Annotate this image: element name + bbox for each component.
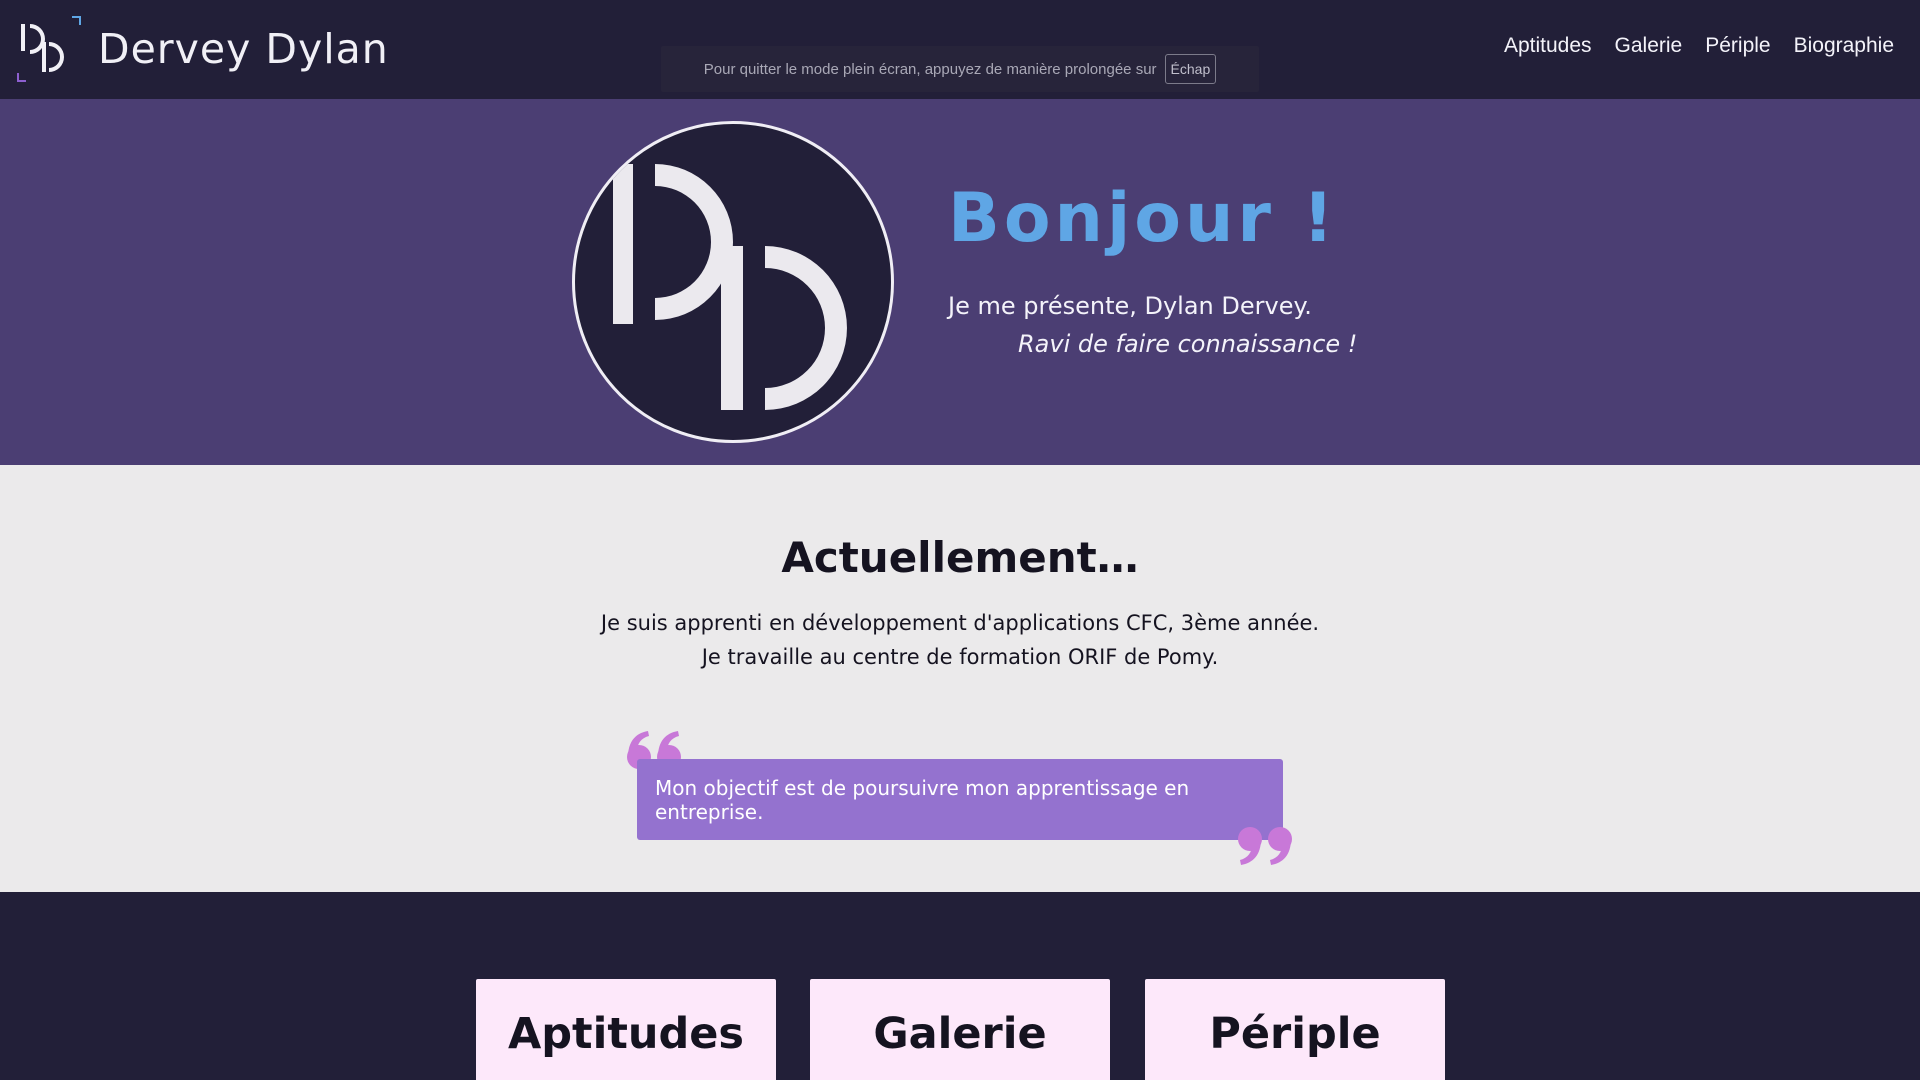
objective-quote-text: Mon objectif est de poursuivre mon appre…: [655, 775, 1190, 824]
profile-logo-avatar: [572, 121, 894, 443]
brand[interactable]: Dervey Dylan: [17, 16, 389, 82]
escape-key-badge: Échap: [1164, 54, 1217, 84]
hero-section: Bonjour ! Je me présente, Dylan Dervey. …: [0, 99, 1920, 465]
sections-cards: Aptitudes Galerie Périple: [0, 892, 1920, 1080]
close-quote-icon: [1233, 823, 1293, 869]
card-galerie-label: Galerie: [873, 1009, 1047, 1059]
fullscreen-notice-message: Pour quitter le mode plein écran, appuye…: [703, 60, 1157, 78]
current-heading: Actuellement…: [781, 533, 1139, 582]
fullscreen-exit-notice: Pour quitter le mode plein écran, appuye…: [661, 46, 1259, 92]
site-title[interactable]: Dervey Dylan: [98, 25, 389, 73]
hero-intro-subtitle: Ravi de faire connaissance !: [1018, 330, 1358, 358]
nav-link-aptitudes[interactable]: Aptitudes: [1504, 34, 1592, 58]
card-galerie[interactable]: Galerie: [810, 979, 1110, 1080]
main-nav: Aptitudes Galerie Périple Biographie: [1504, 34, 1894, 58]
nav-link-galerie[interactable]: Galerie: [1615, 34, 1683, 58]
hero-greeting: Bonjour !: [948, 179, 1338, 258]
current-line-1: Je suis apprenti en développement d'appl…: [600, 611, 1320, 635]
card-aptitudes[interactable]: Aptitudes: [476, 979, 776, 1080]
dd-monogram-icon[interactable]: [17, 16, 83, 82]
current-section: Actuellement… Je suis apprenti en dévelo…: [0, 465, 1920, 892]
site-header: Dervey Dylan Pour quitter le mode plein …: [0, 0, 1920, 99]
objective-quote: Mon objectif est de poursuivre mon appre…: [637, 759, 1283, 840]
nav-link-biographie[interactable]: Biographie: [1794, 34, 1894, 58]
card-periple-label: Périple: [1209, 1009, 1381, 1059]
card-periple[interactable]: Périple: [1145, 979, 1445, 1080]
current-line-2: Je travaille au centre de formation ORIF…: [701, 645, 1219, 669]
nav-link-periple[interactable]: Périple: [1705, 34, 1770, 58]
card-aptitudes-label: Aptitudes: [507, 1009, 745, 1059]
hero-intro: Je me présente, Dylan Dervey.: [948, 292, 1312, 320]
